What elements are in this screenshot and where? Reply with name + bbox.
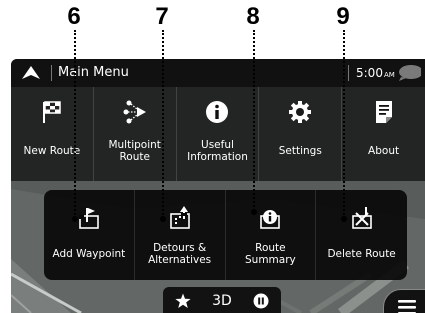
- menu-item-multipoint-route[interactable]: Multipoint Route: [94, 87, 177, 181]
- route-options-menu: Add Waypoint Detours & Alternatives Rout…: [44, 190, 407, 280]
- clock-time: 5:00: [356, 66, 383, 80]
- menu-item-label: Settings: [278, 145, 322, 157]
- clock-divider: [348, 65, 349, 81]
- callout-8: 8: [246, 3, 260, 30]
- delete-route-icon: [351, 207, 372, 229]
- document-icon: [375, 101, 392, 123]
- sub-item-label: Detours & Alternatives: [148, 242, 212, 266]
- menu-item-label: Useful Information: [187, 139, 248, 163]
- menu-item-useful-information[interactable]: Useful Information: [177, 87, 260, 181]
- multipoint-route-icon: [123, 100, 146, 124]
- checkered-flag-icon: [42, 101, 61, 123]
- star-icon: [175, 293, 191, 308]
- map-control-bar: 3D: [163, 287, 281, 313]
- detour-icon: [169, 206, 190, 229]
- callout-9: 9: [336, 3, 350, 30]
- favorites-button[interactable]: [163, 287, 202, 313]
- menu-button[interactable]: [383, 289, 425, 313]
- callout-6-leader: [72, 30, 78, 222]
- topbar-divider: [51, 65, 52, 81]
- clock-ampm: AM: [383, 71, 395, 79]
- page-title: Main Menu: [58, 65, 129, 80]
- route-summary-button[interactable]: Route Summary: [226, 190, 317, 280]
- message-icon[interactable]: [397, 65, 421, 81]
- callout-7: 7: [155, 3, 169, 30]
- add-waypoint-icon: [78, 208, 99, 229]
- callout-7-leader: [160, 30, 166, 222]
- callout-8-leader: [251, 30, 257, 215]
- pause-button[interactable]: [242, 287, 281, 313]
- callout-9-leader: [341, 30, 347, 222]
- sub-item-label: Route Summary: [245, 242, 296, 266]
- delete-route-button[interactable]: Delete Route: [316, 190, 407, 280]
- route-summary-icon: [260, 210, 281, 229]
- navigation-arrow-button[interactable]: [11, 59, 51, 87]
- sub-item-label: Add Waypoint: [52, 248, 126, 260]
- callout-6: 6: [67, 3, 81, 30]
- menu-item-label: New Route: [23, 145, 81, 157]
- sub-item-label: Delete Route: [327, 248, 396, 260]
- detours-alternatives-button[interactable]: Detours & Alternatives: [135, 190, 226, 280]
- view-mode-button[interactable]: 3D: [202, 287, 241, 313]
- gear-icon: [289, 101, 312, 123]
- menu-item-settings[interactable]: Settings: [259, 87, 343, 181]
- pause-icon: [253, 293, 269, 309]
- hamburger-icon: [398, 300, 416, 313]
- info-icon: [206, 101, 229, 123]
- navigation-arrow-icon: [22, 66, 40, 79]
- menu-item-about[interactable]: About: [342, 87, 425, 181]
- add-waypoint-button[interactable]: Add Waypoint: [44, 190, 135, 280]
- clock: 5:00AM: [356, 59, 395, 89]
- menu-item-new-route[interactable]: New Route: [11, 87, 94, 181]
- menu-item-label: About: [368, 145, 400, 157]
